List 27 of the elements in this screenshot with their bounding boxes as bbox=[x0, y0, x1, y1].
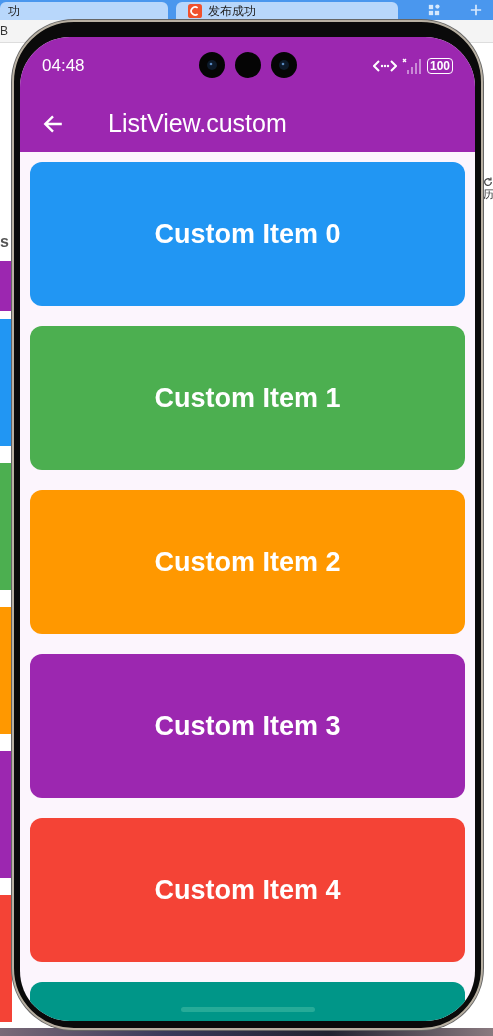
code-icon bbox=[372, 59, 397, 73]
history-text: 历 bbox=[483, 187, 493, 202]
signal-icon bbox=[401, 58, 422, 74]
heading-text: s bbox=[0, 233, 10, 251]
list-item-card[interactable]: Custom Item 3 bbox=[30, 654, 465, 798]
item-label: Custom Item 0 bbox=[154, 218, 341, 250]
status-time: 04:48 bbox=[42, 56, 85, 76]
battery-indicator: 100 bbox=[426, 58, 453, 74]
item-label: Custom Item 1 bbox=[154, 382, 341, 414]
item-label: Custom Item 2 bbox=[154, 546, 341, 578]
list-item-card[interactable]: Custom Item 2 bbox=[30, 490, 465, 634]
camera-icon bbox=[270, 52, 297, 78]
item-label: Custom Item 3 bbox=[154, 710, 341, 742]
list-item-card[interactable]: Custom Item 0 bbox=[30, 162, 465, 306]
browser-tab[interactable]: 功 bbox=[0, 2, 168, 20]
item-label: Custom Item 4 bbox=[154, 874, 341, 906]
toolbar-text: B bbox=[0, 24, 8, 38]
camera-icon bbox=[198, 52, 225, 78]
list-item-card[interactable]: Custom Item 4 bbox=[30, 818, 465, 962]
refresh-icon[interactable] bbox=[483, 177, 493, 187]
list-item-card[interactable]: Custom Item 1 bbox=[30, 326, 465, 470]
browser-tab[interactable]: 发布成功 bbox=[176, 2, 398, 20]
site-icon bbox=[188, 4, 202, 18]
grid-icon[interactable] bbox=[428, 4, 440, 16]
app-bar-title: ListView.custom bbox=[108, 109, 287, 138]
plus-icon[interactable] bbox=[470, 4, 482, 16]
sensor-icon bbox=[234, 52, 261, 78]
